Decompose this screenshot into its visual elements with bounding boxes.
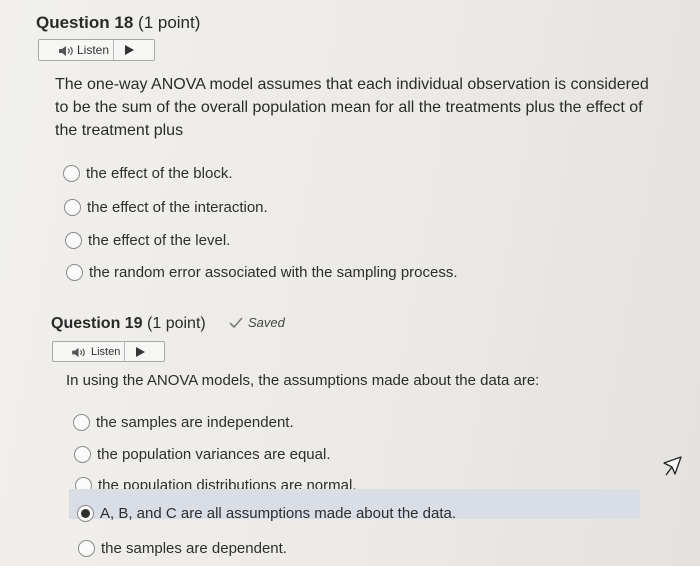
radio-button[interactable] bbox=[73, 414, 90, 431]
question-19-text: In using the ANOVA models, the assumptio… bbox=[66, 372, 540, 389]
option-label: the samples are dependent. bbox=[101, 540, 287, 557]
option-label: the effect of the level. bbox=[88, 232, 231, 249]
question-18-line: to be the sum of the overall population … bbox=[55, 99, 643, 116]
option-label: the effect of the interaction. bbox=[87, 199, 268, 216]
q19-option-selected[interactable]: A, B, and C are all assumptions made abo… bbox=[77, 505, 456, 522]
mouse-cursor-icon bbox=[663, 456, 682, 476]
question-18-line: the treatment plus bbox=[55, 122, 184, 139]
option-label: A, B, and C are all assumptions made abo… bbox=[100, 505, 457, 522]
question-18-line: The one-way ANOVA model assumes that eac… bbox=[55, 76, 649, 93]
question-18-points: (1 point) bbox=[133, 13, 201, 32]
q19-option[interactable]: the samples are independent. bbox=[73, 414, 294, 431]
option-label: the effect of the block. bbox=[86, 165, 233, 182]
listen-button-q18[interactable]: Listen bbox=[38, 39, 155, 61]
listen-label: Listen bbox=[91, 345, 121, 358]
question-18-number: Question 18 bbox=[36, 13, 134, 32]
check-icon bbox=[229, 317, 243, 328]
radio-button[interactable] bbox=[74, 446, 91, 463]
speaker-icon bbox=[72, 347, 85, 358]
listen-button-q19[interactable]: Listen bbox=[52, 341, 165, 362]
saved-status: Saved bbox=[229, 315, 285, 330]
option-label: the samples are independent. bbox=[96, 414, 294, 431]
question-19-title: Question 19 (1 point) bbox=[51, 315, 206, 333]
q18-option[interactable]: the random error associated with the sam… bbox=[66, 264, 458, 281]
option-label: the random error associated with the sam… bbox=[89, 264, 458, 281]
quiz-page: Question 18 (1 point) Listen The one-way… bbox=[0, 0, 700, 566]
listen-label: Listen bbox=[77, 43, 110, 57]
question-18-text: The one-way ANOVA model assumes that eac… bbox=[55, 73, 649, 142]
question-18-title: Question 18 (1 point) bbox=[36, 13, 200, 33]
radio-button-selected[interactable] bbox=[77, 505, 94, 522]
radio-button[interactable] bbox=[78, 540, 95, 557]
question-19-number: Question 19 bbox=[51, 315, 143, 332]
radio-button[interactable] bbox=[65, 232, 82, 249]
radio-button[interactable] bbox=[64, 199, 81, 216]
question-19-points: (1 point) bbox=[142, 315, 206, 332]
radio-button[interactable] bbox=[66, 264, 83, 281]
q18-option[interactable]: the effect of the level. bbox=[65, 232, 230, 249]
radio-button[interactable] bbox=[63, 165, 80, 182]
play-icon[interactable] bbox=[125, 346, 155, 357]
speaker-icon bbox=[59, 46, 73, 56]
q19-option[interactable]: the population variances are equal. bbox=[74, 446, 331, 463]
listen-speaker: Listen bbox=[39, 43, 113, 57]
q18-option[interactable]: the effect of the interaction. bbox=[64, 199, 268, 216]
q18-option[interactable]: the effect of the block. bbox=[63, 165, 232, 182]
play-icon[interactable] bbox=[114, 45, 144, 55]
saved-label: Saved bbox=[248, 315, 285, 330]
option-label: the population variances are equal. bbox=[97, 446, 331, 463]
q19-option[interactable]: the samples are dependent. bbox=[78, 540, 287, 557]
listen-speaker: Listen bbox=[53, 346, 124, 358]
